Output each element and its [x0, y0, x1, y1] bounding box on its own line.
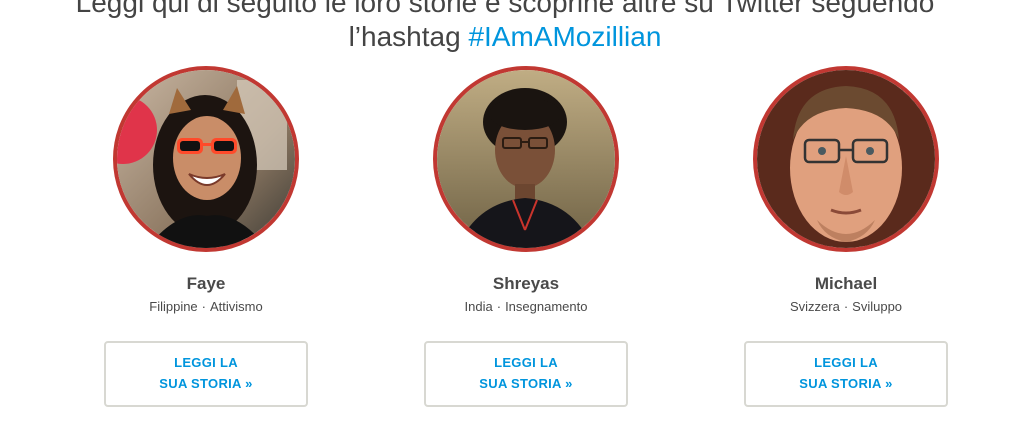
person-meta: India · Insegnamento — [396, 299, 656, 315]
person-area: Sviluppo — [852, 299, 903, 314]
button-label-line-1: LEGGI LA — [814, 355, 878, 370]
intro-text: Leggi qui di seguito le loro storie e sc… — [0, 0, 1010, 54]
person-name: Michael — [814, 274, 878, 293]
meta-separator: · — [843, 299, 849, 314]
person-country: India — [464, 299, 493, 314]
person-country: Svizzera — [789, 299, 840, 314]
person-card-michael: Michael Svizzera · Sviluppo LEGGI LA SUA S… — [716, 66, 976, 407]
faye-photo — [117, 70, 295, 248]
person-card-faye: Faye Filippine · Attivismo LEGGI LA SUA ST… — [76, 66, 336, 407]
avatar-shreyas — [433, 66, 619, 252]
meta-separator: · — [201, 299, 207, 314]
person-name: Shreyas — [492, 274, 560, 293]
button-label-line-2: SUA STORIA » — [159, 376, 253, 391]
read-story-button-michael[interactable]: LEGGI LA SUA STORIA » — [744, 341, 948, 407]
avatar-faye — [113, 66, 299, 252]
button-label-line-2: SUA STORIA » — [799, 376, 893, 391]
intro-line-1: Leggi qui di seguito le loro storie e sc… — [75, 0, 935, 18]
person-area: Insegnamento — [505, 299, 588, 314]
hashtag-link[interactable]: #IAmAMozillian — [468, 21, 661, 52]
avatar-michael — [753, 66, 939, 252]
meta-separator: · — [496, 299, 502, 314]
page: Leggi qui di seguito le loro storie e sc… — [0, 0, 1010, 431]
person-card-shreyas: Shreyas India · Insegnamento LEGGI LA SUA … — [396, 66, 656, 407]
button-label-line-2: SUA STORIA » — [479, 376, 573, 391]
person-country: Filippine — [149, 299, 198, 314]
person-meta: Filippine · Attivismo — [76, 299, 336, 315]
person-meta: Svizzera · Sviluppo — [716, 299, 976, 315]
person-name: Faye — [186, 274, 226, 293]
intro-line-2-prefix: l’hashtag — [348, 21, 469, 52]
button-label-line-1: LEGGI LA — [174, 355, 238, 370]
read-story-button-shreyas[interactable]: LEGGI LA SUA STORIA » — [424, 341, 628, 407]
michael-photo — [757, 70, 935, 248]
read-story-button-faye[interactable]: LEGGI LA SUA STORIA » — [104, 341, 308, 407]
button-label-line-1: LEGGI LA — [494, 355, 558, 370]
intro-line-2: l’hashtag #IAmAMozillian — [0, 20, 1010, 54]
shreyas-photo — [437, 70, 615, 248]
person-area: Attivismo — [210, 299, 263, 314]
people-grid: Faye Filippine · Attivismo LEGGI LA SUA ST… — [0, 66, 1010, 411]
